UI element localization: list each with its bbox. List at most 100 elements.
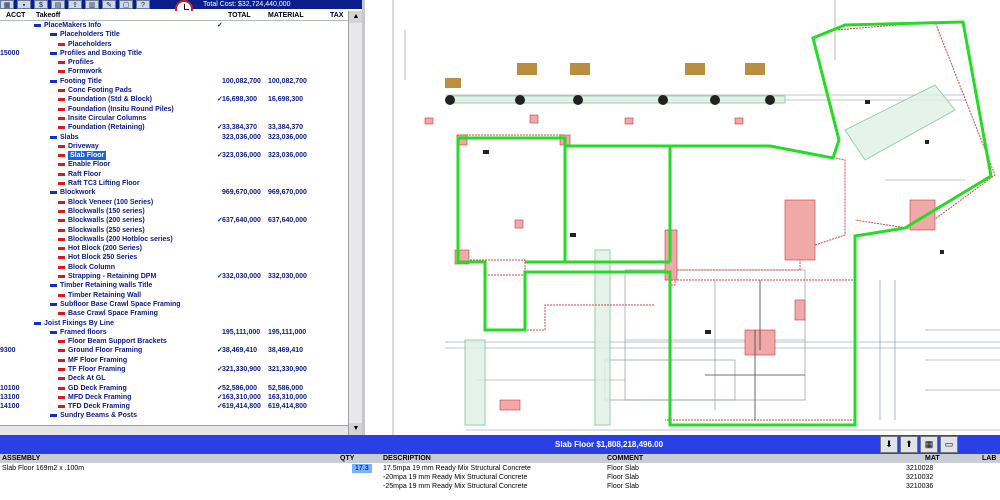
- tree-row[interactable]: 10100 GD Deck Framing ✓ 52,586,000 52,586,00…: [0, 384, 348, 393]
- folder-marker-icon: [50, 135, 57, 139]
- tree-row[interactable]: Subfloor Base Crawl Space Framing: [0, 300, 348, 309]
- row-material: 163,310,000: [268, 393, 307, 401]
- scroll-up-icon[interactable]: ▲: [349, 11, 363, 23]
- row-total: 33,384,370: [222, 124, 258, 132]
- grid-icon[interactable]: ▥: [85, 0, 99, 9]
- open-icon[interactable]: ▤: [51, 0, 65, 9]
- tree-row[interactable]: 13100 MFD Deck Framing ✓ 163,310,000 163,310…: [0, 393, 348, 402]
- tree-row[interactable]: PlaceMakers Info ✓: [0, 21, 348, 30]
- tree-row[interactable]: Blockwork 969,670,000 969,670,000: [0, 188, 348, 197]
- tree-row-label: TFD Deck Framing: [68, 403, 130, 411]
- tree-row[interactable]: Blockwalls (150 series): [0, 207, 348, 216]
- tree-row[interactable]: Slabs 323,036,000 323,036,000: [0, 133, 348, 142]
- table-row[interactable]: Slab Floor 169m2 x .100m 17.3 17.5mpa 19…: [0, 464, 1000, 473]
- tree-row[interactable]: TF Floor Framing ✓ 321,330,900 321,330,900: [0, 365, 348, 374]
- tree-row-label: Ground Floor Framing: [68, 347, 143, 355]
- tree-row[interactable]: Enable Floor: [0, 160, 348, 169]
- tree-row-label: Floor Beam Support Brackets: [68, 338, 167, 346]
- tree-row[interactable]: Blockwalls (200 Hotbloc series): [0, 235, 348, 244]
- tree-row[interactable]: Profiles: [0, 58, 348, 67]
- total-cost: Total Cost: $32,724,440,000: [203, 1, 291, 8]
- tree-row[interactable]: Timber Retaining Wall: [0, 291, 348, 300]
- tree-row-label: Subfloor Base Crawl Space Framing: [60, 300, 181, 308]
- tree-row[interactable]: Foundation (Insitu Round Piles): [0, 105, 348, 114]
- item-marker-icon: [58, 219, 65, 223]
- item-marker-icon: [58, 247, 65, 251]
- tree-row[interactable]: Raft Floor: [0, 170, 348, 179]
- folder-marker-icon: [50, 51, 57, 55]
- tree-row-label: MFD Deck Framing: [68, 393, 132, 401]
- tree-row-label: Base Crawl Space Framing: [68, 310, 158, 318]
- tree-row[interactable]: 9300 Ground Floor Framing ✓ 38,469,410 38,46…: [0, 346, 348, 355]
- tree-row[interactable]: Blockwalls (200 series) ✓ 637,640,000 637,6…: [0, 216, 348, 225]
- tree-row[interactable]: Floor Beam Support Brackets: [0, 337, 348, 346]
- tree-row[interactable]: 15000 Profiles and Boxing Title: [0, 49, 348, 58]
- col-acct[interactable]: ACCT: [6, 11, 25, 20]
- row-total: 321,330,900: [222, 365, 261, 373]
- acct-code: 9300: [0, 347, 16, 355]
- tree-row[interactable]: Deck At GL: [0, 374, 348, 383]
- acct-code: 15000: [0, 49, 20, 57]
- export-icon[interactable]: ⇪: [68, 0, 82, 9]
- tree-row[interactable]: Placeholders: [0, 40, 348, 49]
- qty-cell[interactable]: 17.3: [352, 464, 372, 473]
- tree-row[interactable]: Sundry Beams & Posts: [0, 411, 348, 420]
- col-qty[interactable]: QTY: [340, 454, 354, 463]
- tree-row[interactable]: Joist Fixings By Line: [0, 319, 348, 328]
- tree-row[interactable]: Conc Footing Pads: [0, 86, 348, 95]
- tree-row[interactable]: Raft TC3 Lifting Floor: [0, 179, 348, 188]
- col-assembly[interactable]: ASSEMBLY: [2, 454, 40, 463]
- tree-row[interactable]: Base Crawl Space Framing: [0, 309, 348, 318]
- row-material: 323,036,000: [268, 152, 307, 160]
- tree-row-label: Sundry Beams & Posts: [60, 412, 138, 420]
- arrow-up-icon[interactable]: ⬆: [900, 436, 918, 453]
- assembly-cell: Slab Floor 169m2 x .100m: [2, 465, 85, 472]
- arrow-down-icon[interactable]: ⬇: [880, 436, 898, 453]
- horizontal-scrollbar[interactable]: [0, 425, 348, 435]
- col-takeoff[interactable]: Takeoff: [36, 11, 60, 20]
- tree-row[interactable]: Block Column: [0, 263, 348, 272]
- chat-icon[interactable]: ▢: [119, 0, 133, 9]
- print-icon[interactable]: ▦: [0, 0, 14, 9]
- item-marker-icon: [58, 293, 65, 297]
- scroll-down-icon[interactable]: ▼: [349, 423, 363, 435]
- monitor-icon[interactable]: ▭: [940, 436, 958, 453]
- spreadsheet-icon[interactable]: ▦: [920, 436, 938, 453]
- tree-row[interactable]: Insite Circular Columns: [0, 114, 348, 123]
- tree-row[interactable]: Block Veneer (100 Series): [0, 198, 348, 207]
- tree-row[interactable]: Blockwalls (250 series): [0, 226, 348, 235]
- col-lab[interactable]: LAB: [982, 454, 996, 463]
- description-cell: -25mpa 19 mm Ready Mix Structural Concre…: [383, 483, 528, 490]
- table-row[interactable]: -20mpa 19 mm Ready Mix Structural Concre…: [0, 473, 1000, 482]
- tree-row-label: GD Deck Framing: [68, 384, 127, 392]
- tree-row[interactable]: Formwork: [0, 67, 348, 76]
- col-material[interactable]: MATERIAL: [268, 11, 304, 20]
- col-total[interactable]: TOTAL: [228, 11, 251, 20]
- tree-row[interactable]: Driveway: [0, 142, 348, 151]
- tree-row[interactable]: Footing Title 100,082,700 100,082,700: [0, 77, 348, 86]
- tree-row-label: Footing Title: [60, 77, 102, 85]
- tree-row[interactable]: Hot Block 250 Series: [0, 253, 348, 262]
- col-comment[interactable]: COMMENT: [607, 454, 643, 463]
- note-icon[interactable]: ✎: [102, 0, 116, 9]
- tree-row[interactable]: Framed floors 195,111,000 195,111,000: [0, 328, 348, 337]
- dollar-icon[interactable]: $: [34, 0, 48, 9]
- item-marker-icon: [58, 70, 65, 74]
- vertical-scrollbar[interactable]: ▲ ▼: [348, 11, 363, 435]
- col-tax[interactable]: TAX: [330, 11, 343, 20]
- tree-row[interactable]: MF Floor Framing: [0, 356, 348, 365]
- tree-row[interactable]: Placeholders Title: [0, 30, 348, 39]
- tree-row[interactable]: Slab Floor ✓ 323,036,000 323,036,000: [0, 151, 348, 161]
- tree-row[interactable]: Foundation (Retaining) ✓ 33,384,370 33,384,…: [0, 123, 348, 132]
- table-row[interactable]: -25mpa 19 mm Ready Mix Structural Concre…: [0, 482, 1000, 491]
- tree-row[interactable]: Strapping - Retaining DPM ✓ 332,030,000 332…: [0, 272, 348, 281]
- save-icon[interactable]: ▪: [17, 0, 31, 9]
- tree-row[interactable]: Timber Retaining walls Title: [0, 281, 348, 290]
- col-description[interactable]: DESCRIPTION: [383, 454, 431, 463]
- tree-row[interactable]: Hot Block (200 Series): [0, 244, 348, 253]
- help-icon[interactable]: ?: [136, 0, 150, 9]
- tree-row[interactable]: 14100 TFD Deck Framing ✓ 619,414,800 619,414…: [0, 402, 348, 411]
- plan-drawing-canvas[interactable]: [365, 0, 1000, 435]
- tree-row[interactable]: Foundation (Std & Block) ✓ 16,698,300 16,69…: [0, 95, 348, 104]
- col-mat[interactable]: MAT: [925, 454, 940, 463]
